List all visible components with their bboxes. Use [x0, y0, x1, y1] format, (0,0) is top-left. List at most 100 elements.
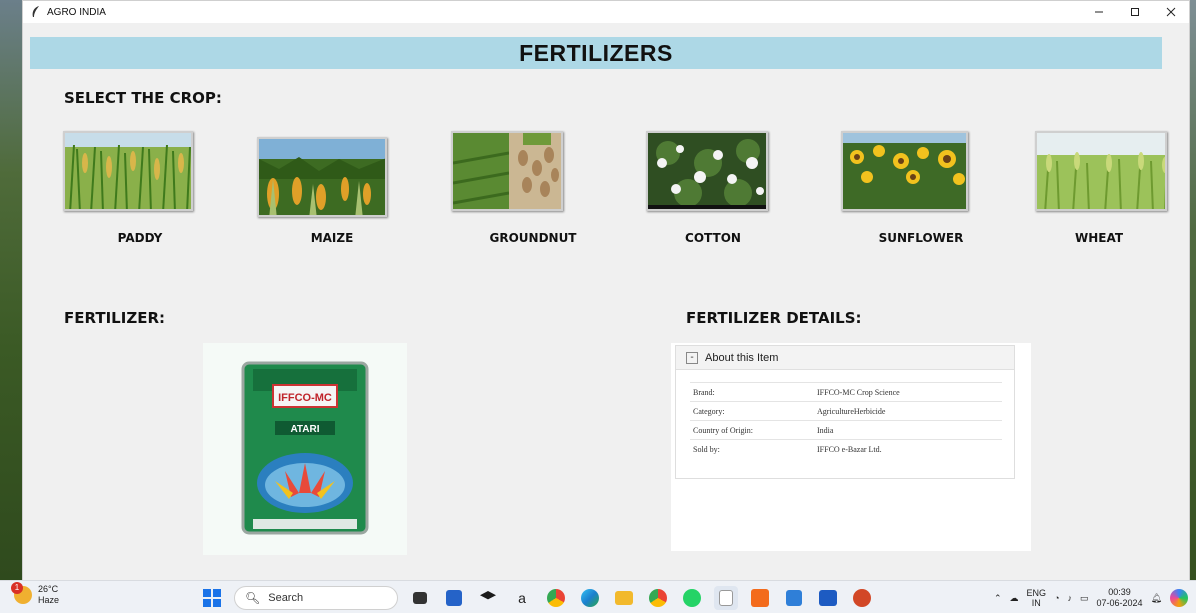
wifi-icon[interactable]: ◔	[1054, 593, 1059, 603]
detail-value: IFFCO-MC Crop Science	[814, 382, 1002, 402]
edge-app[interactable]	[578, 586, 602, 610]
crop-label-maize: MAIZE	[310, 231, 354, 245]
xampp-icon	[751, 589, 769, 607]
collapse-toggle[interactable]: -	[686, 351, 698, 364]
detail-value: IFFCO e-Bazar Ltd.	[814, 439, 1002, 459]
table-row: Country of Origin: India	[690, 420, 1002, 440]
app-window: AGRO INDIA FERTILIZERS SELECT THE CROP:	[22, 0, 1190, 581]
weather-temperature: 26°C	[38, 584, 59, 594]
crop-paddy[interactable]	[63, 131, 193, 211]
copilot-icon[interactable]	[1170, 589, 1188, 607]
weather-widget[interactable]: 1 26°C Haze	[11, 582, 59, 606]
taskbar-search[interactable]: 🔍︎ Search	[234, 586, 398, 610]
minimize-icon	[1095, 11, 1103, 13]
page-title: FERTILIZERS	[519, 39, 673, 66]
fertilizer-details-panel: - About this Item Brand: IFFCO-MC Crop S…	[671, 343, 1031, 551]
detail-key: Country of Origin:	[690, 420, 814, 440]
word-icon	[819, 590, 837, 606]
detail-key: Brand:	[690, 382, 814, 402]
crop-cotton[interactable]	[646, 131, 768, 211]
language-code: ENG	[1026, 588, 1047, 598]
chrome-icon	[547, 589, 565, 607]
table-row: Brand: IFFCO-MC Crop Science	[690, 382, 1002, 402]
crop-label-groundnut: GROUNDNUT	[489, 231, 577, 245]
app-content: FERTILIZERS SELECT THE CROP: PADDY MAIZE…	[23, 23, 1189, 581]
about-item-header[interactable]: - About this Item	[676, 346, 1014, 370]
python-app[interactable]	[714, 586, 738, 610]
xampp-app[interactable]	[748, 586, 772, 610]
windows-icon	[203, 589, 221, 607]
clock[interactable]: 00:39 07-06-2024	[1097, 587, 1143, 609]
chrome-profile-app[interactable]	[646, 586, 670, 610]
maximize-button[interactable]	[1117, 1, 1153, 23]
fertilizer-details-label: FERTILIZER DETAILS:	[686, 309, 862, 327]
crop-label-sunflower: SUNFLOWER	[878, 231, 964, 245]
clock-date: 07-06-2024	[1096, 598, 1143, 608]
start-button[interactable]	[200, 586, 224, 610]
maximize-icon	[1131, 8, 1139, 16]
title-bar[interactable]: AGRO INDIA	[23, 1, 1189, 23]
about-item-panel: - About this Item Brand: IFFCO-MC Crop S…	[675, 345, 1015, 479]
clock-time: 00:39	[1108, 587, 1131, 597]
fertilizer-image: IFFCO-MC ATARI	[203, 343, 407, 555]
whatsapp-app[interactable]	[680, 586, 704, 610]
crop-label-paddy: PADDY	[117, 231, 163, 245]
detail-key: Category:	[690, 401, 814, 421]
crop-sunflower[interactable]	[841, 131, 968, 211]
amazon-app[interactable]: a	[510, 586, 534, 610]
powerpoint-app[interactable]	[850, 586, 874, 610]
battery-icon[interactable]: ▭	[1080, 593, 1089, 604]
wheat-image[interactable]	[1035, 131, 1167, 211]
paddy-image[interactable]	[63, 131, 193, 211]
edge-icon	[581, 589, 599, 607]
folder-icon	[615, 591, 633, 605]
amazon-icon: a	[518, 590, 526, 606]
close-icon	[1166, 7, 1176, 17]
groundnut-image[interactable]	[451, 131, 563, 211]
crop-label-wheat: WHEAT	[1074, 231, 1124, 245]
fertilizer-package-image: IFFCO-MC ATARI	[241, 361, 369, 535]
feather-icon	[32, 6, 39, 17]
store-app[interactable]	[442, 586, 466, 610]
crop-groundnut[interactable]	[451, 131, 563, 211]
whatsapp-icon	[683, 589, 701, 607]
photos-app[interactable]	[782, 586, 806, 610]
desktop-background	[0, 0, 24, 580]
word-app[interactable]	[816, 586, 840, 610]
maize-image[interactable]	[257, 137, 387, 217]
chevron-up-icon[interactable]: ⌃	[994, 593, 1002, 604]
detail-value: AgricultureHerbicide	[814, 401, 1002, 421]
powerpoint-icon	[853, 589, 871, 607]
weather-icon: 1	[11, 582, 32, 604]
sunflower-image[interactable]	[841, 131, 968, 211]
taskbar: 1 26°C Haze 🔍︎ Search a ⌃ ☁ ENG IN ◔ ♪ ▭…	[0, 580, 1196, 613]
table-row: Sold by: IFFCO e-Bazar Ltd.	[690, 439, 1002, 459]
task-view-icon	[413, 592, 427, 604]
about-item-title: About this Item	[705, 351, 779, 364]
dropbox-app[interactable]	[476, 586, 500, 610]
task-view-button[interactable]	[408, 586, 432, 610]
python-file-icon	[719, 590, 733, 606]
file-explorer-app[interactable]	[612, 586, 636, 610]
select-crop-label: SELECT THE CROP:	[64, 89, 222, 107]
close-button[interactable]	[1153, 1, 1189, 23]
chrome-icon	[649, 589, 667, 607]
volume-icon[interactable]: ♪	[1068, 593, 1073, 603]
package-product-text: ATARI	[290, 424, 319, 435]
cotton-image[interactable]	[646, 131, 768, 211]
language-indicator[interactable]: ENG IN	[1027, 588, 1047, 608]
cloud-icon[interactable]: ☁	[1010, 593, 1019, 604]
fertilizer-label: FERTILIZER:	[64, 309, 165, 327]
crop-label-cotton: COTTON	[685, 231, 741, 245]
store-icon	[446, 590, 462, 606]
bell-icon[interactable]: 🔔︎	[1151, 593, 1162, 604]
package-brand-text: IFFCO-MC	[278, 392, 332, 404]
search-icon: 🔍︎	[245, 591, 261, 605]
minimize-button[interactable]	[1081, 1, 1117, 23]
dropbox-icon	[480, 591, 496, 600]
region-code: IN	[1031, 598, 1041, 608]
chrome-app[interactable]	[544, 586, 568, 610]
crop-maize[interactable]	[257, 137, 387, 217]
crop-wheat[interactable]	[1035, 131, 1167, 211]
search-placeholder: Search	[268, 592, 304, 604]
